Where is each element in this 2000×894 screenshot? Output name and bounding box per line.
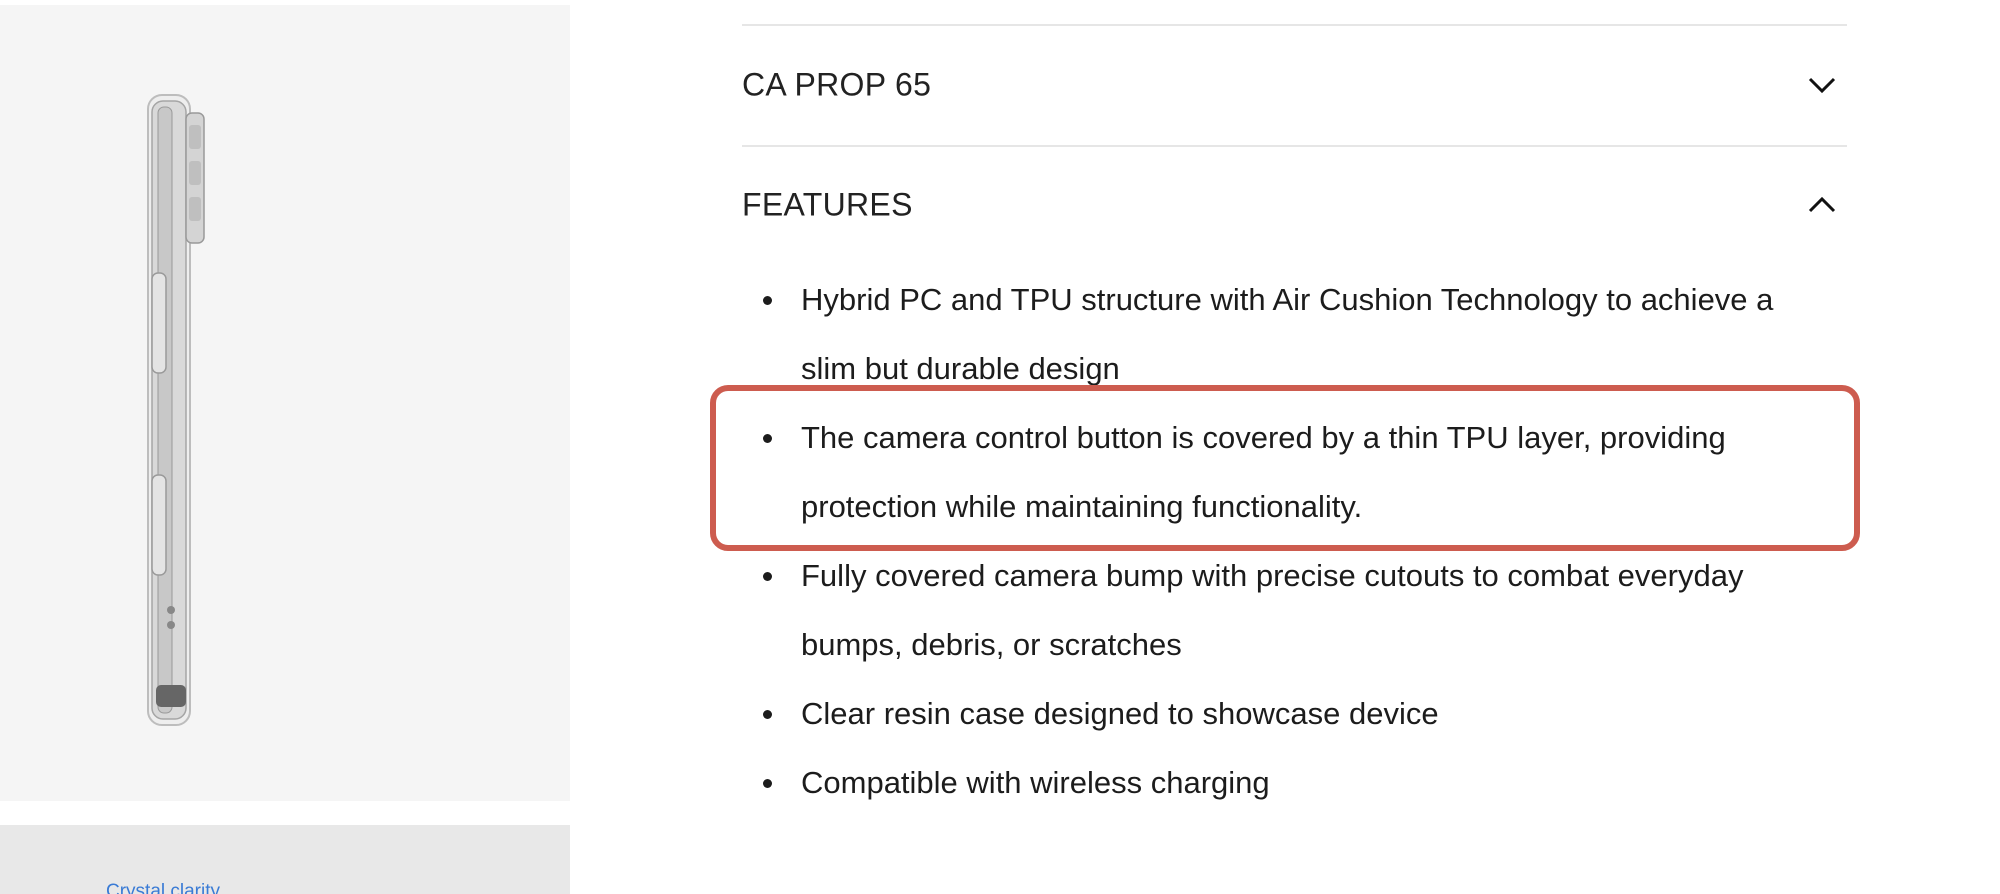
chevron-down-icon <box>1808 77 1836 94</box>
divider <box>742 24 1847 26</box>
product-details: CA PROP 65 FEATURES Hybrid PC and TPU st… <box>742 0 1847 894</box>
phone-case-side-illustration <box>147 94 205 726</box>
chevron-up-icon <box>1808 196 1836 213</box>
product-image[interactable] <box>0 5 570 801</box>
product-gallery: Crystal clarity <box>0 0 570 894</box>
thumbnail-caption: Crystal clarity <box>106 881 221 894</box>
feature-item-highlighted: The camera control button is covered by … <box>742 403 1847 541</box>
divider <box>742 145 1847 147</box>
gallery-thumbnail[interactable]: Crystal clarity <box>0 825 570 894</box>
feature-item: Clear resin case designed to showcase de… <box>742 679 1847 748</box>
features-list: Hybrid PC and TPU structure with Air Cus… <box>742 265 1847 817</box>
accordion-ca-prop-65[interactable]: CA PROP 65 <box>742 55 1847 115</box>
accordion-features[interactable]: FEATURES <box>742 175 1847 235</box>
feature-item: Fully covered camera bump with precise c… <box>742 541 1847 679</box>
accordion-title: FEATURES <box>742 186 913 223</box>
accordion-title: CA PROP 65 <box>742 66 932 103</box>
feature-item: Hybrid PC and TPU structure with Air Cus… <box>742 265 1847 403</box>
feature-item: Compatible with wireless charging <box>742 748 1847 817</box>
